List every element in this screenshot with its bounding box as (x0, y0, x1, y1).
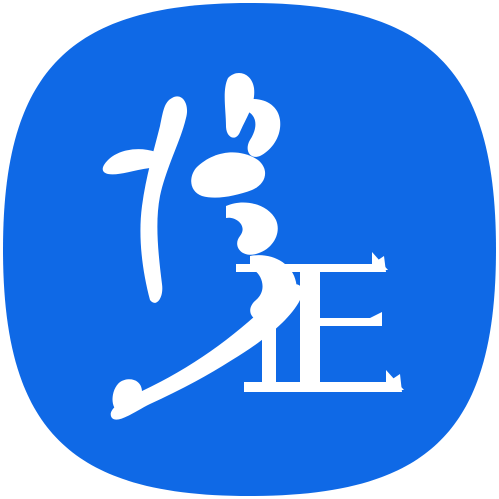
app-logo-icon (0, 0, 499, 499)
